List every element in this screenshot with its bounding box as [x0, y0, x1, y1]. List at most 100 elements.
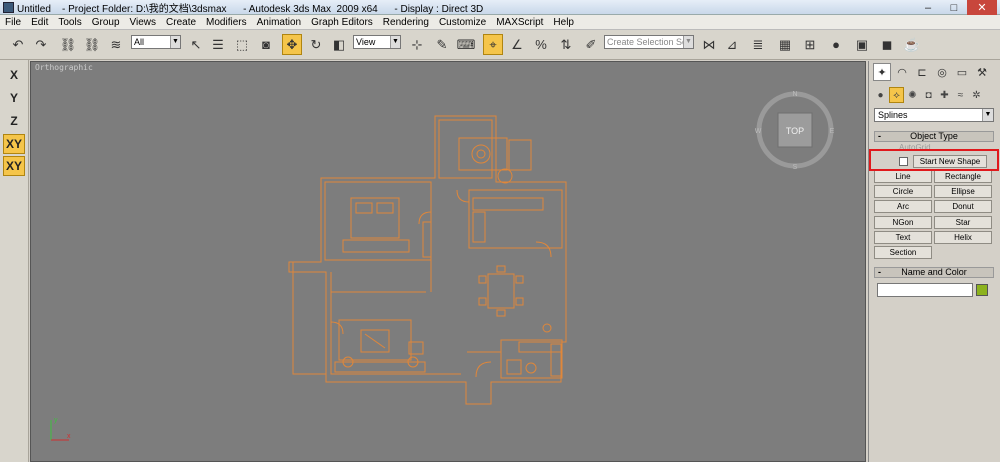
utilities-tab-icon[interactable]: ⚒	[973, 63, 991, 81]
axis-x-button[interactable]: X	[3, 65, 25, 85]
helpers-icon[interactable]: ✚	[937, 87, 952, 103]
space-warps-icon[interactable]: ≈	[953, 87, 968, 103]
rectangle-button[interactable]: Rectangle	[934, 170, 992, 183]
bind-space-warp-icon[interactable]: ≋	[106, 34, 126, 55]
menu-rendering[interactable]: Rendering	[378, 17, 434, 28]
category-dropdown[interactable]: Splines ▼	[874, 108, 994, 122]
select-move-icon[interactable]: ✥	[282, 34, 302, 55]
modify-tab-icon[interactable]: ◠	[893, 63, 911, 81]
geometry-icon[interactable]: ●	[873, 87, 888, 103]
ngon-button[interactable]: NGon	[874, 216, 932, 229]
unlink-icon[interactable]: ⛓	[82, 34, 102, 55]
axis-xy-cycle-button[interactable]: XY	[3, 156, 25, 176]
redo-icon[interactable]: ↷	[31, 34, 51, 55]
curve-editor-icon[interactable]: ▦	[775, 34, 795, 55]
axis-z-button[interactable]: Z	[3, 111, 25, 131]
menu-bar: File Edit Tools Group Views Create Modif…	[0, 15, 1000, 30]
percent-snap-icon[interactable]: %	[531, 34, 551, 55]
compass-west: W	[755, 128, 762, 135]
bed-1	[350, 197, 400, 239]
rendered-frame-window-icon[interactable]: ◼	[877, 34, 897, 55]
arc-button[interactable]: Arc	[874, 200, 932, 213]
window-crossing-icon[interactable]: ◙	[256, 34, 276, 55]
undo-icon[interactable]: ↶	[8, 34, 28, 55]
donut-button[interactable]: Donut	[934, 200, 992, 213]
select-link-icon[interactable]: ⛓	[58, 34, 78, 55]
object-color-swatch[interactable]	[976, 284, 988, 296]
menu-animation[interactable]: Animation	[252, 17, 306, 28]
bathtub	[550, 343, 562, 377]
render-setup-icon[interactable]: ▣	[852, 34, 872, 55]
menu-maxscript[interactable]: MAXScript	[491, 17, 548, 28]
viewcube[interactable]: TOP N S E W	[755, 90, 835, 170]
object-name-field[interactable]	[877, 283, 973, 297]
ellipse-button[interactable]: Ellipse	[934, 185, 992, 198]
menu-views[interactable]: Views	[125, 17, 162, 28]
create-tab-icon[interactable]: ✦	[873, 63, 891, 81]
app-icon[interactable]	[3, 1, 14, 13]
select-by-name-icon[interactable]: ☰	[208, 34, 228, 55]
systems-icon[interactable]: ✲	[969, 87, 984, 103]
compass-north: N	[792, 91, 797, 98]
axis-constraints-toolbar: X Y Z XY XY	[0, 60, 29, 462]
select-scale-icon[interactable]: ◧	[329, 34, 349, 55]
line-button[interactable]: Line	[874, 170, 932, 183]
close-icon[interactable]: ✕	[967, 0, 997, 15]
main-toolbar: ↶ ↷ ⛓ ⛓ ≋ All ▼ ↖ ☰ ⬚ ◙ ✥ ↻ ◧ View ▼ ⊹ ✎ ⌨…	[0, 30, 1000, 60]
menu-modifiers[interactable]: Modifiers	[201, 17, 252, 28]
axis-xy-button[interactable]: XY	[3, 134, 25, 154]
svg-text:x: x	[67, 433, 71, 440]
svg-text:y: y	[54, 417, 58, 424]
text-button[interactable]: Text	[874, 231, 932, 244]
schematic-view-icon[interactable]: ⊞	[800, 34, 820, 55]
hierarchy-tab-icon[interactable]: ⊏	[913, 63, 931, 81]
selection-set-placeholder: Create Selection Set	[607, 37, 690, 47]
maximize-icon[interactable]: □	[941, 0, 967, 15]
menu-group[interactable]: Group	[87, 17, 125, 28]
pivot-center-icon[interactable]: ⊹	[407, 34, 427, 55]
name-and-color-rollout-header[interactable]: - Name and Color	[874, 267, 994, 278]
menu-help[interactable]: Help	[548, 17, 579, 28]
helix-button[interactable]: Helix	[934, 231, 992, 244]
menu-edit[interactable]: Edit	[26, 17, 53, 28]
viewcube-face-label[interactable]: TOP	[786, 126, 804, 136]
shapes-icon[interactable]: ⟡	[889, 87, 904, 103]
align-icon[interactable]: ⊿	[722, 34, 742, 55]
circle-button[interactable]: Circle	[874, 185, 932, 198]
section-button[interactable]: Section	[874, 246, 932, 259]
select-manipulate-icon[interactable]: ✎	[432, 34, 452, 55]
snaps-toggle-icon[interactable]: ⌖	[483, 34, 503, 55]
cameras-icon[interactable]: ◘	[921, 87, 936, 103]
object-type-rollout-header[interactable]: - Object Type	[874, 131, 994, 142]
menu-tools[interactable]: Tools	[53, 17, 86, 28]
lights-icon[interactable]: ✺	[905, 87, 920, 103]
bed-2	[458, 137, 508, 171]
angle-snap-icon[interactable]: ∠	[507, 34, 527, 55]
layer-manager-icon[interactable]: ≣	[748, 34, 768, 55]
compass-south: S	[793, 164, 798, 170]
rectangular-selection-icon[interactable]: ⬚	[232, 34, 252, 55]
material-editor-icon[interactable]: ●	[826, 34, 846, 55]
viewport-orthographic[interactable]: Orthographic y x TOP N S E W	[30, 61, 866, 462]
reference-coordinate-dropdown[interactable]: View ▼	[353, 35, 401, 49]
edit-named-selection-icon[interactable]: ✐	[581, 34, 601, 55]
menu-file[interactable]: File	[0, 17, 26, 28]
minimize-icon[interactable]: –	[915, 0, 941, 15]
spinner-snap-icon[interactable]: ⇅	[556, 34, 576, 55]
selection-filter-dropdown[interactable]: All ▼	[131, 35, 181, 49]
motion-tab-icon[interactable]: ◎	[933, 63, 951, 81]
world-axis-gizmo: y x	[50, 417, 71, 441]
display-tab-icon[interactable]: ▭	[953, 63, 971, 81]
star-button[interactable]: Star	[934, 216, 992, 229]
quick-render-icon[interactable]: ☕	[902, 34, 922, 55]
command-panel: ✦ ◠ ⊏ ◎ ▭ ⚒ ● ⟡ ✺ ◘ ✚ ≈ ✲ Splines ▼ - Obje…	[868, 61, 1000, 462]
menu-graph-editors[interactable]: Graph Editors	[306, 17, 378, 28]
select-object-icon[interactable]: ↖	[186, 34, 206, 55]
keyboard-shortcut-icon[interactable]: ⌨	[456, 34, 476, 55]
named-selection-set-field[interactable]: Create Selection Set ▼	[604, 35, 694, 49]
menu-create[interactable]: Create	[161, 17, 201, 28]
axis-y-button[interactable]: Y	[3, 88, 25, 108]
mirror-icon[interactable]: ⋈	[699, 34, 719, 55]
menu-customize[interactable]: Customize	[434, 17, 491, 28]
select-rotate-icon[interactable]: ↻	[306, 34, 326, 55]
